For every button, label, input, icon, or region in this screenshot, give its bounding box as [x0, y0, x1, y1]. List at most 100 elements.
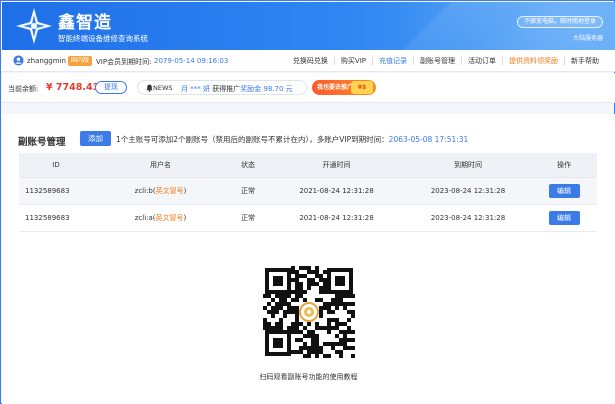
slogan-badge: 不挪变电脑，随时随地登录: [516, 16, 603, 28]
qr-module: [307, 334, 311, 338]
qr-module: [339, 302, 343, 306]
qr-module: [351, 302, 355, 306]
qr-module: [291, 278, 295, 282]
qr-module: [303, 290, 307, 294]
nav-recharge-records[interactable]: 充值记录: [372, 57, 413, 65]
qr-module: [315, 266, 319, 270]
qr-module: [351, 310, 355, 314]
username-suffix: ): [183, 186, 187, 195]
edit-button[interactable]: 编辑: [548, 210, 580, 225]
qr-module: [299, 266, 303, 270]
app-title: 鑫智造: [58, 13, 112, 33]
qr-module: [275, 310, 279, 314]
nav-buy-vip[interactable]: 购买VIP: [333, 57, 372, 65]
qr-module: [327, 326, 331, 330]
nav-sub-account[interactable]: 副账号管理: [413, 57, 461, 65]
qr-module: [315, 346, 319, 350]
qr-module: [319, 310, 323, 314]
bell-icon: [146, 84, 153, 92]
news-tag: NEWS: [153, 84, 173, 92]
username-en: 英文冒号: [155, 213, 184, 222]
qr-module: [351, 354, 355, 358]
qr-module: [315, 322, 319, 326]
logo-icon: [16, 8, 52, 44]
qr-module: [295, 314, 299, 318]
qr-module: [327, 318, 331, 322]
qr-module: [343, 322, 347, 326]
server-selector[interactable]: 大陆服务器: [573, 33, 603, 42]
nav-help[interactable]: 新手帮助: [564, 57, 605, 65]
qr-module: [315, 282, 319, 286]
qr-module: [311, 270, 315, 274]
nav-redeem-code[interactable]: 兑换码兑换: [287, 57, 334, 65]
col-username: 用户名: [93, 153, 228, 178]
qr-module: [263, 294, 267, 298]
qr-module: [283, 314, 287, 318]
qr-module: [315, 270, 319, 274]
qr-module: [319, 278, 323, 282]
qr-module: [339, 354, 343, 358]
qr-code-icon[interactable]: [263, 266, 355, 358]
withdraw-button[interactable]: 提现: [95, 81, 127, 94]
qr-module: [311, 346, 315, 350]
qr-module: [339, 350, 343, 354]
qr-module: [347, 346, 351, 350]
balance-bar: 当前余额: ¥ 7748.43 提现 NEWS 月 *** 妍 获得推广奖励金 …: [2, 73, 615, 103]
qr-module: [299, 322, 303, 326]
cell-status: 正常: [228, 177, 268, 205]
qr-module: [275, 306, 279, 310]
qr-module: [323, 282, 327, 286]
qr-module: [323, 290, 327, 294]
qr-module: [291, 270, 295, 274]
qr-module: [307, 354, 311, 358]
news-ticker[interactable]: NEWS 月 *** 妍 获得推广奖励金 98.70 元: [137, 80, 307, 95]
qr-module: [279, 306, 283, 310]
nav-reward[interactable]: 提供资料领奖励: [502, 57, 564, 65]
qr-module: [335, 326, 339, 330]
nav-activity-orders[interactable]: 活动订单: [461, 57, 502, 65]
qr-module: [275, 302, 279, 306]
qr-module: [295, 306, 299, 310]
qr-module: [295, 326, 299, 330]
qr-module: [315, 274, 319, 278]
cell-id: 1132589683: [19, 204, 93, 232]
qr-module: [319, 326, 323, 330]
qr-caption: 扫码观看副账号功能的使用教程: [259, 373, 358, 381]
qr-module: [303, 274, 307, 278]
coin-icon: ¥$: [351, 81, 373, 94]
qr-module: [347, 294, 351, 298]
edit-button[interactable]: 编辑: [548, 183, 580, 198]
qr-module: [311, 334, 315, 338]
username-prefix: zcli:b(: [134, 186, 156, 195]
qr-module: [295, 286, 299, 290]
qr-module: [343, 302, 347, 306]
qr-module: [307, 270, 311, 274]
qr-module: [263, 318, 267, 322]
qr-module: [347, 326, 351, 330]
qr-module: [343, 334, 347, 338]
qr-module: [331, 342, 335, 346]
balance-label: 当前余额:: [8, 85, 39, 93]
qr-module: [335, 322, 339, 326]
cell-open-time: 2021-08-24 12:31:28: [268, 177, 405, 205]
qr-module: [319, 306, 323, 310]
qr-module: [299, 350, 303, 354]
qr-module: [315, 342, 319, 346]
qr-module: [319, 314, 323, 318]
qr-module: [319, 274, 323, 278]
qr-module: [295, 294, 299, 298]
qr-module: [283, 302, 287, 306]
promo-button[interactable]: 我也要去推广 ¥$: [312, 80, 376, 95]
qr-module: [303, 334, 307, 338]
col-status: 状态: [228, 153, 268, 178]
section-note-date: 2063-05-08 17:51:31: [388, 135, 469, 144]
qr-module: [307, 266, 311, 270]
qr-module: [291, 330, 295, 334]
qr-module: [319, 298, 323, 302]
qr-module: [275, 294, 279, 298]
qr-module: [303, 354, 307, 358]
qr-module: [303, 266, 307, 270]
qr-module: [327, 302, 331, 306]
qr-module: [319, 346, 323, 350]
add-button[interactable]: 添加: [80, 131, 111, 146]
